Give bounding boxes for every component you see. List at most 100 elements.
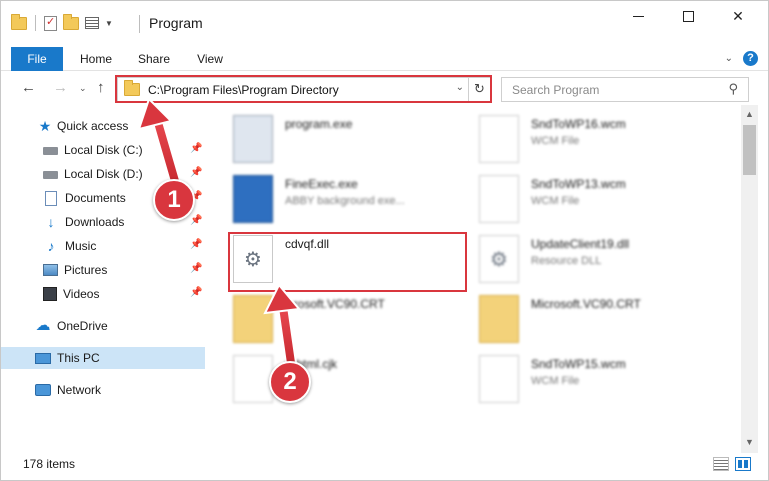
up-arrow-icon[interactable]: ↑ <box>97 79 105 96</box>
maximize-button[interactable] <box>665 1 711 31</box>
dll-gear-icon: ⚙ <box>479 235 519 283</box>
file-highlight-box <box>228 232 467 292</box>
search-placeholder: Search Program <box>512 83 600 97</box>
recent-locations-icon[interactable]: ⌄ <box>79 83 87 94</box>
sidebar-item-onedrive[interactable]: ☁ OneDrive <box>1 315 205 337</box>
new-folder-icon[interactable] <box>63 13 79 30</box>
large-icons-view-icon[interactable] <box>735 457 751 471</box>
executable-icon <box>233 175 273 223</box>
file-item[interactable]: icrosoft.VC90.CRT <box>233 293 463 349</box>
file-item[interactable]: program.exe <box>233 113 463 169</box>
search-input[interactable]: Search Program ⚲ <box>501 77 749 102</box>
sidebar-item-label: OneDrive <box>57 319 108 333</box>
divider <box>35 15 36 31</box>
file-icon <box>479 175 519 223</box>
file-item[interactable]: SndToWP15.wcm WCM File <box>479 353 709 409</box>
file-item[interactable]: FineExec.exe ABBY background exe... <box>233 173 463 229</box>
search-icon[interactable]: ⚲ <box>728 81 738 97</box>
sidebar-item-music[interactable]: ♪ Music 📌 <box>1 235 205 257</box>
pictures-icon <box>43 264 58 276</box>
sidebar-item-label: Quick access <box>57 119 129 133</box>
file-type: WCM File <box>531 195 580 207</box>
ribbon-controls: ⌄ ? <box>725 51 758 66</box>
scroll-down-icon[interactable]: ▼ <box>741 437 758 447</box>
sidebar-item-label: Music <box>65 239 97 253</box>
file-item[interactable]: Ethtml.cjk CJK <box>233 353 463 409</box>
address-highlight-box <box>115 75 492 103</box>
pin-icon[interactable]: 📌 <box>190 167 202 178</box>
downloads-icon: ↓ <box>47 214 55 230</box>
file-icon <box>479 115 519 163</box>
sidebar-item-pictures[interactable]: Pictures 📌 <box>1 259 205 281</box>
file-type: WCM File <box>531 135 580 147</box>
pin-icon[interactable]: 📌 <box>190 143 202 154</box>
sidebar-item-local-disk-c[interactable]: Local Disk (C:) 📌 <box>1 139 205 161</box>
file-name: SndToWP16.wcm <box>531 117 626 131</box>
cloud-icon: ☁ <box>35 317 51 334</box>
network-icon <box>35 384 51 396</box>
file-name: icrosoft.VC90.CRT <box>285 297 385 311</box>
close-button[interactable]: ✕ <box>715 1 761 31</box>
sidebar-item-quick-access[interactable]: ★ Quick access <box>1 115 205 137</box>
file-name: SndToWP15.wcm <box>531 357 626 371</box>
forward-arrow-icon[interactable]: → <box>53 79 68 96</box>
documents-icon <box>45 190 57 206</box>
videos-icon <box>43 287 57 301</box>
pin-icon[interactable]: 📌 <box>190 287 202 298</box>
sidebar-item-label: This PC <box>57 351 100 365</box>
scroll-up-icon[interactable]: ▲ <box>741 109 758 119</box>
pin-icon[interactable]: 📌 <box>190 239 202 250</box>
file-item[interactable]: SndToWP16.wcm WCM File <box>479 113 709 169</box>
minimize-button[interactable] <box>615 1 661 31</box>
tab-share[interactable]: Share <box>129 47 179 71</box>
ribbon: File Home Share View ⌄ ? <box>1 47 768 71</box>
sidebar-item-label: Videos <box>63 287 100 301</box>
music-icon: ♪ <box>47 238 55 254</box>
status-bar: 178 items <box>1 453 768 480</box>
tab-view[interactable]: View <box>187 47 233 71</box>
sidebar-item-label: Documents <box>65 191 126 205</box>
disk-icon <box>43 171 58 179</box>
sidebar-item-this-pc[interactable]: This PC <box>1 347 205 369</box>
divider <box>139 15 140 33</box>
file-item[interactable]: Microsoft.VC90.CRT <box>479 293 709 349</box>
file-name: SndToWP13.wcm <box>531 177 626 191</box>
chevron-down-icon[interactable]: ⌄ <box>725 53 733 64</box>
customize-icon[interactable] <box>85 17 99 29</box>
file-name: FineExec.exe <box>285 177 358 191</box>
star-icon: ★ <box>38 118 52 134</box>
file-item[interactable]: ⚙ UpdateClient19.dll Resource DLL <box>479 233 709 289</box>
folder-icon <box>233 295 273 343</box>
pin-icon[interactable]: 📌 <box>190 263 202 274</box>
computer-icon <box>35 352 51 364</box>
executable-icon <box>233 115 273 163</box>
close-icon: ✕ <box>732 7 744 24</box>
sidebar-item-label: Pictures <box>64 263 108 277</box>
step-badge-2: 2 <box>269 361 311 403</box>
folder-icon <box>479 295 519 343</box>
file-icon <box>479 355 519 403</box>
window-title: Program <box>149 15 203 31</box>
file-name: Microsoft.VC90.CRT <box>531 297 641 311</box>
sidebar-item-label: Network <box>57 383 102 397</box>
minimize-icon <box>632 15 644 17</box>
pin-icon[interactable]: 📌 <box>190 215 202 226</box>
properties-icon[interactable] <box>44 15 57 31</box>
maximize-icon <box>682 10 694 22</box>
file-name: program.exe <box>285 117 353 131</box>
scrollbar-thumb[interactable] <box>743 125 756 175</box>
sidebar-item-network[interactable]: Network <box>1 379 205 401</box>
vertical-scrollbar[interactable]: ▲ ▼ <box>741 105 758 455</box>
tab-home[interactable]: Home <box>71 47 121 71</box>
back-arrow-icon[interactable]: ← <box>21 79 36 96</box>
sidebar-item-videos[interactable]: Videos 📌 <box>1 283 205 305</box>
qat-dropdown-icon[interactable]: ▼ <box>105 19 113 28</box>
title-bar: ▼ Program ✕ <box>1 1 768 47</box>
tab-file[interactable]: File <box>11 47 63 71</box>
file-item[interactable]: SndToWP13.wcm WCM File <box>479 173 709 229</box>
help-icon[interactable]: ? <box>743 51 758 66</box>
details-view-icon[interactable] <box>713 457 729 471</box>
item-count: 178 items <box>23 457 76 471</box>
file-type: WCM File <box>531 375 580 387</box>
folder-icon <box>11 13 27 30</box>
